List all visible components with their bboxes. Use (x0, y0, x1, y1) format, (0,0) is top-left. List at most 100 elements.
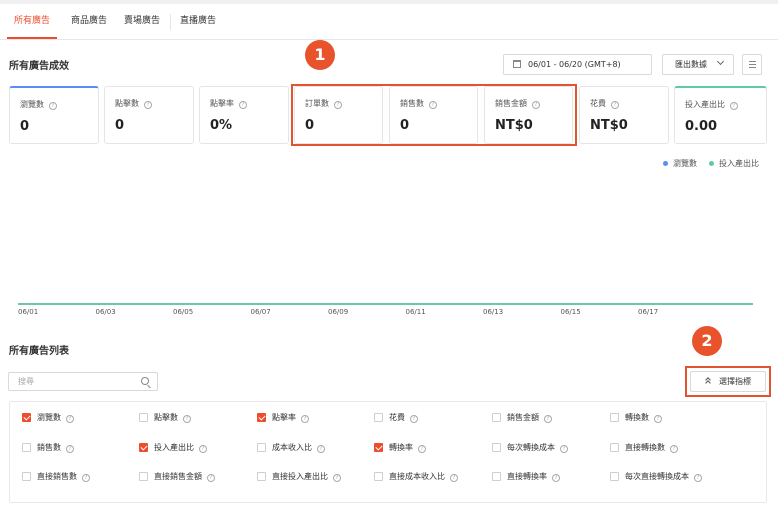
checkbox-icon[interactable] (257, 443, 266, 452)
orders-sales-highlight-box (291, 84, 577, 146)
ad-type-tabs: 所有廣告 商品廣告 賣場廣告 直播廣告 (0, 4, 778, 40)
metric-value: 0.00 (685, 119, 718, 134)
search-icon (141, 377, 149, 385)
metric-option[interactable]: 直接轉換率? (492, 471, 560, 483)
metric-option-label: 直接成本收入比 (389, 472, 445, 481)
metric-option[interactable]: 直接銷售金額? (139, 471, 215, 483)
search-placeholder: 搜尋 (18, 377, 34, 386)
metric-label: 投入產出比 (685, 100, 725, 109)
checkbox-icon[interactable] (257, 472, 266, 481)
metric-option[interactable]: 花費? (374, 412, 418, 424)
checkbox-icon[interactable] (610, 443, 619, 452)
checkbox-icon[interactable] (610, 413, 619, 422)
help-icon: ? (694, 474, 702, 482)
tab-all-ads[interactable]: 所有廣告 (7, 4, 57, 39)
metric-option[interactable]: 直接銷售數? (22, 471, 90, 483)
metric-option-label: 直接轉換數 (625, 443, 665, 452)
help-icon: ? (654, 415, 662, 423)
metric-label: 點擊數 (115, 99, 139, 108)
checkbox-icon[interactable] (22, 472, 31, 481)
checkbox-checked-icon[interactable] (374, 443, 383, 452)
x-tick-label: 06/01 (18, 308, 39, 316)
checkbox-icon[interactable] (492, 413, 501, 422)
metric-option-label: 直接銷售金額 (154, 472, 202, 481)
checkbox-icon[interactable] (492, 443, 501, 452)
metric-card-views[interactable]: 瀏覽數? 0 (9, 86, 99, 144)
export-label: 匯出數據 (675, 60, 707, 69)
metric-option[interactable]: 瀏覽數? (22, 412, 74, 424)
x-tick-label: 06/11 (405, 308, 426, 316)
metric-options-panel: 瀏覽數? 點擊數? 點擊率? 花費? 銷售金額? 轉換數? 銷售數? 投入產出比? 成本收入比?… (9, 401, 767, 503)
metric-option[interactable]: 點擊數? (139, 412, 191, 424)
checkbox-checked-icon[interactable] (22, 413, 31, 422)
legend-roas: 投入產出比 (719, 159, 759, 168)
metric-option[interactable]: 每次直接轉換成本? (610, 471, 702, 483)
checkbox-icon[interactable] (492, 472, 501, 481)
checkbox-icon[interactable] (374, 472, 383, 481)
help-icon: ? (544, 415, 552, 423)
select-metrics-button[interactable]: 選擇指標 (690, 371, 766, 392)
checkbox-icon[interactable] (139, 413, 148, 422)
metric-option[interactable]: 直接轉換數? (610, 442, 678, 454)
checkbox-icon[interactable] (374, 413, 383, 422)
legend-dot-views (663, 161, 668, 166)
help-icon: ? (410, 415, 418, 423)
tab-shop-ads[interactable]: 賣場廣告 (117, 4, 167, 39)
help-icon: ? (207, 474, 215, 482)
checkbox-icon[interactable] (139, 472, 148, 481)
metric-option[interactable]: 銷售數? (22, 442, 74, 454)
metric-option[interactable]: 每次轉換成本? (492, 442, 568, 454)
date-range-text: 06/01 - 06/20 (GMT+8) (528, 60, 621, 69)
metric-option-label: 直接投入產出比 (272, 472, 328, 481)
help-icon: ? (199, 445, 207, 453)
select-metrics-label: 選擇指標 (719, 377, 751, 386)
ad-list-title: 所有廣告列表 (9, 346, 69, 357)
metric-option[interactable]: 直接投入產出比? (257, 471, 341, 483)
checkbox-checked-icon[interactable] (139, 443, 148, 452)
metric-option[interactable]: 轉換數? (610, 412, 662, 424)
metric-card-clicks[interactable]: 點擊數? 0 (104, 86, 194, 144)
metric-card-ctr[interactable]: 點擊率? 0% (199, 86, 289, 144)
metric-card-spend[interactable]: 花費? NT$0 (579, 86, 669, 144)
search-input[interactable]: 搜尋 (8, 372, 158, 391)
metric-option[interactable]: 轉換率? (374, 442, 426, 454)
checkbox-icon[interactable] (610, 472, 619, 481)
help-icon: ? (82, 474, 90, 482)
metric-label: 點擊率 (210, 99, 234, 108)
help-icon: ? (66, 445, 74, 453)
metric-option[interactable]: 銷售金額? (492, 412, 552, 424)
metric-option[interactable]: 投入產出比? (139, 442, 207, 454)
metric-label: 瀏覽數 (20, 100, 44, 109)
tab-live-ads[interactable]: 直播廣告 (173, 4, 223, 39)
metric-value: 0 (20, 119, 30, 134)
help-icon: ? (333, 474, 341, 482)
metric-option[interactable]: 直接成本收入比? (374, 471, 458, 483)
help-icon: ? (239, 101, 247, 109)
metric-card-roas[interactable]: 投入產出比? 0.00 (674, 86, 767, 144)
help-icon: ? (552, 474, 560, 482)
metric-option[interactable]: 成本收入比? (257, 442, 325, 454)
x-tick-label: 06/13 (483, 308, 504, 316)
performance-title: 所有廣告成效 (9, 61, 69, 72)
help-icon: ? (301, 415, 309, 423)
menu-button[interactable] (742, 54, 762, 75)
metric-option-label: 每次轉換成本 (507, 443, 555, 452)
help-icon: ? (560, 445, 568, 453)
metric-option-label: 點擊數 (154, 413, 178, 422)
x-tick-label: 06/07 (250, 308, 271, 316)
x-tick-label: 06/03 (95, 308, 116, 316)
metric-option[interactable]: 點擊率? (257, 412, 309, 424)
metric-option-label: 直接轉換率 (507, 472, 547, 481)
export-data-dropdown[interactable]: 匯出數據 (662, 54, 734, 75)
checkbox-icon[interactable] (22, 443, 31, 452)
help-icon: ? (49, 102, 57, 110)
chart-baseline (18, 303, 753, 305)
legend-views: 瀏覽數 (673, 159, 697, 168)
help-icon: ? (611, 101, 619, 109)
help-icon: ? (144, 101, 152, 109)
checkbox-checked-icon[interactable] (257, 413, 266, 422)
callout-badge-1: 1 (305, 40, 335, 70)
tab-product-ads[interactable]: 商品廣告 (64, 4, 114, 39)
help-icon: ? (730, 102, 738, 110)
date-range-picker[interactable]: 06/01 - 06/20 (GMT+8) (503, 54, 652, 75)
